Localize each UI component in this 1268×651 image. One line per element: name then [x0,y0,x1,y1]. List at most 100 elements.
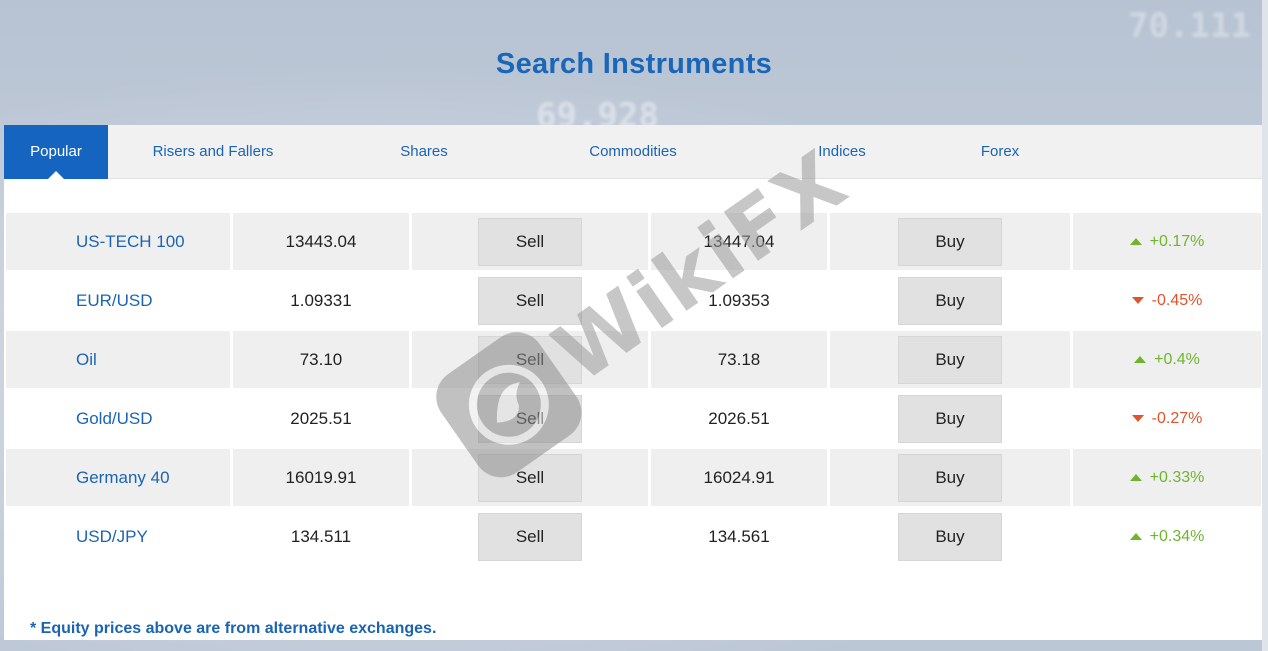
table-row[interactable]: Oil 73.10 Sell 73.18 Buy +0.4% [6,331,1262,390]
sell-button-cell: Sell [412,508,648,565]
instruments-panel: Popular Risers and Fallers Shares Commod… [4,125,1262,640]
sell-button-cell: Sell [412,272,648,329]
sell-price: 16019.91 [233,449,409,506]
buy-button-cell: Buy [830,272,1070,329]
buy-price: 134.561 [651,508,827,565]
buy-button[interactable]: Buy [898,512,1002,561]
tab-commodities[interactable]: Commodities [572,125,694,179]
buy-button-cell: Buy [830,213,1070,270]
price-change-value: +0.34% [1149,527,1205,545]
page-title: Search Instruments [495,48,773,80]
table-row[interactable]: US-TECH 100 13443.04 Sell 13447.04 Buy +… [6,213,1262,272]
sell-button-cell: Sell [412,449,648,506]
sell-price: 134.511 [233,508,409,565]
buy-price: 1.09353 [651,272,827,329]
sell-button[interactable]: Sell [478,394,582,443]
sell-price: 73.10 [233,331,409,388]
price-change-value: -0.45% [1151,291,1203,309]
buy-price: 73.18 [651,331,827,388]
price-change: +0.17% [1129,232,1205,251]
triangle-up-icon [1129,238,1142,245]
instrument-name-label: USD/JPY [76,526,148,546]
instrument-name-label: US-TECH 100 [76,231,185,251]
change-cell: +0.4% [1073,331,1261,388]
table-row[interactable]: Gold/USD 2025.51 Sell 2026.51 Buy -0.27% [6,390,1262,449]
price-change-value: +0.33% [1149,468,1205,486]
instrument-name[interactable]: Gold/USD [6,390,230,447]
tab-indices[interactable]: Indices [792,125,892,179]
buy-button[interactable]: Buy [898,335,1002,384]
sell-price-value: 73.10 [299,349,343,369]
sell-price: 1.09331 [233,272,409,329]
buy-button-cell: Buy [830,331,1070,388]
buy-price: 13447.04 [651,213,827,270]
sell-button-cell: Sell [412,213,648,270]
sell-price: 13443.04 [233,213,409,270]
sell-button[interactable]: Sell [478,512,582,561]
change-cell: +0.34% [1073,508,1261,565]
instrument-name-label: Gold/USD [76,408,153,428]
price-change-value: +0.4% [1154,350,1200,368]
table-row[interactable]: EUR/USD 1.09331 Sell 1.09353 Buy -0.45% [6,272,1262,331]
tab-shares[interactable]: Shares [374,125,474,179]
buy-button[interactable]: Buy [898,453,1002,502]
table-row[interactable]: Germany 40 16019.91 Sell 16024.91 Buy +0… [6,449,1262,508]
triangle-down-icon [1131,297,1144,304]
price-change: +0.4% [1134,351,1200,369]
sell-button-cell: Sell [412,390,648,447]
buy-price: 2026.51 [651,390,827,447]
tab-risers-and-fallers[interactable]: Risers and Fallers [128,125,298,179]
instrument-name-label: Germany 40 [76,467,170,487]
sell-price-value: 1.09331 [290,290,352,310]
tab-bar: Popular Risers and Fallers Shares Commod… [4,125,1262,180]
background-ticker-number: 70.111 [1128,6,1251,46]
tab-popular[interactable]: Popular [4,125,108,180]
instrument-table: US-TECH 100 13443.04 Sell 13447.04 Buy +… [6,213,1262,567]
buy-price-value: 2026.51 [708,408,770,428]
buy-button-cell: Buy [830,390,1070,447]
price-change: -0.27% [1131,409,1203,428]
instrument-name[interactable]: EUR/USD [6,272,230,329]
triangle-down-icon [1131,415,1144,422]
buy-price-value: 13447.04 [703,231,775,251]
price-change-value: -0.27% [1151,409,1203,427]
sell-price: 2025.51 [233,390,409,447]
buy-button[interactable]: Buy [898,394,1002,443]
buy-price-value: 16024.91 [703,467,775,487]
price-change: +0.34% [1129,527,1205,546]
sell-price-value: 134.511 [290,526,352,546]
price-change-value: +0.17% [1149,232,1205,250]
change-cell: -0.45% [1073,272,1261,329]
buy-button-cell: Buy [830,508,1070,565]
change-cell: +0.17% [1073,213,1261,270]
instrument-name[interactable]: Oil [6,331,230,388]
sell-button[interactable]: Sell [478,335,582,384]
table-row[interactable]: USD/JPY 134.511 Sell 134.561 Buy +0.34% [6,508,1262,567]
sell-button[interactable]: Sell [478,276,582,325]
price-change: -0.45% [1131,291,1203,310]
scroll-edge [1262,0,1268,651]
buy-price-value: 1.09353 [708,290,770,310]
triangle-up-icon [1129,533,1142,540]
change-cell: -0.27% [1073,390,1261,447]
buy-price-value: 73.18 [717,349,761,369]
price-change: +0.33% [1129,468,1205,487]
sell-price-value: 16019.91 [285,467,357,487]
buy-button[interactable]: Buy [898,217,1002,266]
tab-forex[interactable]: Forex [960,125,1040,179]
buy-button[interactable]: Buy [898,276,1002,325]
sell-button[interactable]: Sell [478,217,582,266]
instrument-name[interactable]: Germany 40 [6,449,230,506]
instrument-name[interactable]: US-TECH 100 [6,213,230,270]
instrument-name[interactable]: USD/JPY [6,508,230,565]
sell-price-value: 2025.51 [290,408,352,428]
sell-button[interactable]: Sell [478,453,582,502]
buy-price-value: 134.561 [708,526,770,546]
sell-price-value: 13443.04 [285,231,357,251]
buy-price: 16024.91 [651,449,827,506]
buy-button-cell: Buy [830,449,1070,506]
sell-button-cell: Sell [412,331,648,388]
instrument-name-label: Oil [76,349,97,369]
triangle-up-icon [1134,356,1147,363]
triangle-up-icon [1129,474,1142,481]
